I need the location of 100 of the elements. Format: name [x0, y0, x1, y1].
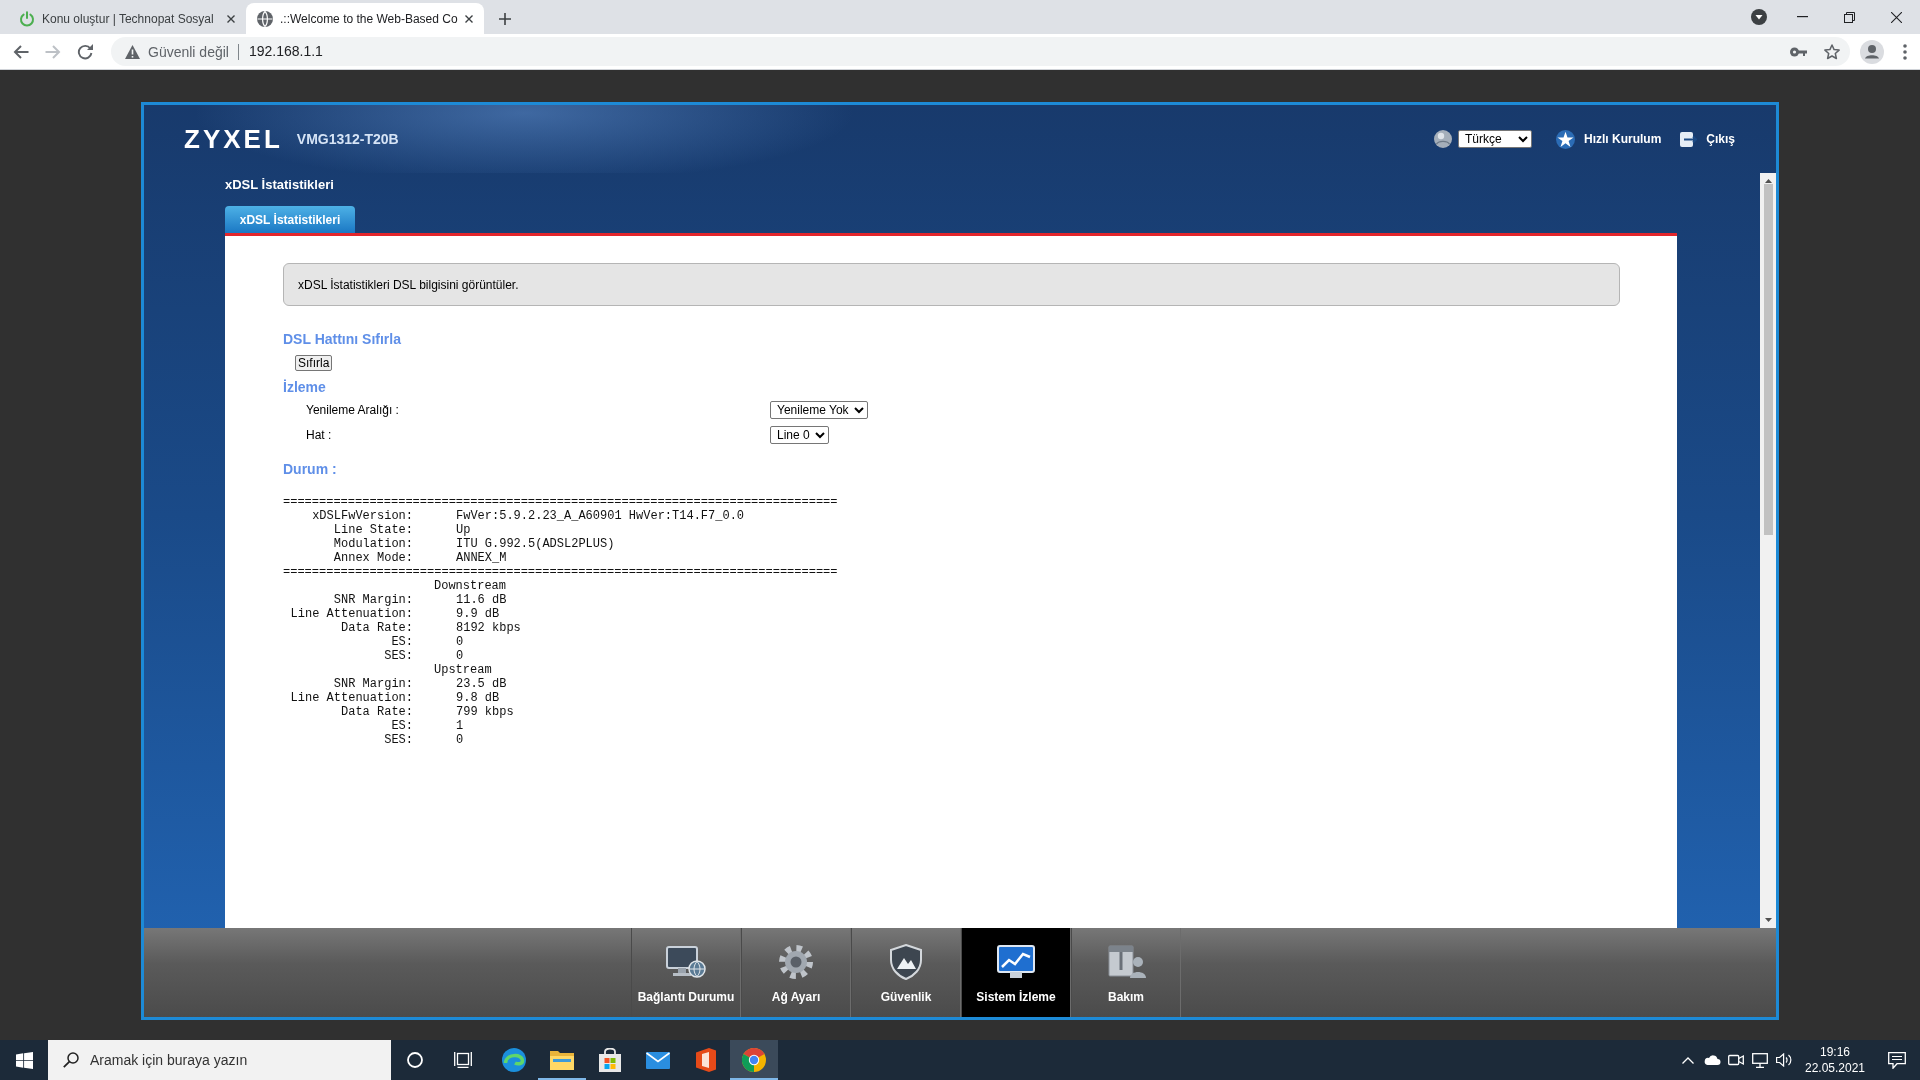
- shopping-bag-icon: [599, 1048, 621, 1072]
- quick-setup-link[interactable]: Hızlı Kurulum: [1555, 129, 1662, 149]
- new-tab-icon[interactable]: [499, 12, 511, 25]
- address-bar[interactable]: Güvenli değil 192.168.1.1: [111, 37, 1850, 66]
- avatar-icon: [1433, 130, 1452, 148]
- stat-value: 1: [456, 719, 464, 733]
- profile-icon[interactable]: [1860, 39, 1884, 64]
- menu-icon[interactable]: [1903, 43, 1907, 60]
- shield-icon[interactable]: [889, 944, 923, 980]
- brand-logo: ZYXEL: [184, 124, 283, 154]
- nav-item[interactable]: Güvenlik: [851, 928, 961, 1017]
- stat-value: 0: [456, 649, 464, 663]
- logout-icon: [1680, 130, 1698, 148]
- stat-label: ES:: [391, 635, 413, 649]
- round-logo-icon: [742, 1048, 766, 1072]
- minimize-icon[interactable]: [1797, 16, 1808, 18]
- warning-icon: [125, 44, 140, 59]
- stat-value: 0: [456, 733, 464, 747]
- close-icon[interactable]: [465, 14, 473, 23]
- stat-value: 9.9 dB: [456, 607, 500, 621]
- start-icon[interactable]: [15, 1051, 33, 1069]
- stat-label: Data Rate:: [341, 705, 413, 719]
- cloud-icon[interactable]: [1703, 1055, 1721, 1065]
- camera-icon[interactable]: [1728, 1054, 1744, 1066]
- back-arrow-icon[interactable]: [13, 43, 29, 60]
- dropdown-icon[interactable]: [1751, 9, 1767, 25]
- stream-heading: Downstream: [434, 579, 506, 593]
- nav-item[interactable]: Sistem İzleme: [961, 928, 1071, 1017]
- nav-item[interactable]: Bağlantı Durumu: [631, 928, 741, 1017]
- stat-label: xDSLFwVersion:: [312, 509, 413, 523]
- section-heading: DSL Hattını Sıfırla: [283, 331, 401, 347]
- stat-value: 799 kbps: [456, 705, 514, 719]
- network-icon[interactable]: [1752, 1052, 1768, 1068]
- logout-link[interactable]: Çıkış: [1680, 130, 1735, 148]
- field-label: Hat :: [306, 428, 332, 442]
- separator-line: =============================================================================: [283, 495, 838, 509]
- chevron-up-icon[interactable]: [1682, 1056, 1694, 1064]
- stat-value: ITU G.992.5(ADSL2PLUS): [456, 537, 615, 551]
- reload-icon[interactable]: [77, 43, 93, 60]
- swirl-icon: [502, 1048, 526, 1072]
- language-select[interactable]: Türkçe: [1457, 130, 1532, 148]
- stat-value: 0: [456, 635, 464, 649]
- stat-value: 9.8 dB: [456, 691, 500, 705]
- globe-icon: [257, 10, 273, 27]
- search-icon: [63, 1052, 79, 1068]
- task-view-icon[interactable]: [454, 1052, 472, 1068]
- key-icon[interactable]: [1790, 46, 1807, 57]
- stat-label: Modulation:: [333, 537, 413, 551]
- stat-value: Up: [456, 523, 471, 537]
- scroll-down-icon[interactable]: [1764, 918, 1772, 922]
- stat-label: Data Rate:: [341, 621, 413, 635]
- stat-value: 11.6 dB: [456, 593, 507, 607]
- folder-icon: [550, 1050, 574, 1070]
- stat-label: SES:: [384, 733, 413, 747]
- speaker-icon[interactable]: [1776, 1053, 1792, 1067]
- scrollbar[interactable]: [1760, 173, 1776, 928]
- clock-time: 19:16: [1820, 1044, 1850, 1060]
- scrollbar-thumb[interactable]: [1763, 184, 1773, 535]
- nav-item[interactable]: Bakım: [1071, 928, 1181, 1017]
- url-text: 192.168.1.1: [248, 42, 323, 61]
- separator-line: =============================================================================: [283, 565, 838, 579]
- description-text: xDSL İstatistikleri DSL bilgisini görüntüler.: [298, 276, 519, 294]
- cabinet-person-icon[interactable]: [1106, 945, 1146, 979]
- dropdown-select[interactable]: Line 0: [770, 426, 829, 444]
- circle-icon[interactable]: [407, 1052, 423, 1068]
- star-badge-icon: [1555, 129, 1575, 149]
- reset-button[interactable]: Sıfırla: [295, 355, 333, 371]
- search-field[interactable]: Aramak için buraya yazın: [48, 1040, 391, 1080]
- nav-item[interactable]: Ağ Ayarı: [741, 928, 851, 1017]
- star-icon[interactable]: [1824, 43, 1840, 60]
- model-name: VMG1312-T20B: [296, 129, 399, 149]
- envelope-icon: [646, 1051, 670, 1069]
- monitor-globe-icon[interactable]: [666, 945, 706, 979]
- close-icon[interactable]: [227, 14, 235, 23]
- stat-value: 8192 kbps: [456, 621, 521, 635]
- stat-label: Line State:: [333, 523, 413, 537]
- browser-tab[interactable]: Konu oluştur | Technopat Sosyal: [8, 3, 246, 34]
- dropdown-select[interactable]: Yenileme Yok: [770, 401, 868, 419]
- field-label: Yenileme Aralığı :: [306, 403, 399, 417]
- stat-label: ES:: [391, 719, 413, 733]
- notification-icon[interactable]: [1888, 1051, 1906, 1069]
- stat-label: SES:: [384, 649, 413, 663]
- stream-heading: Upstream: [434, 663, 492, 677]
- stat-label: SNR Margin:: [333, 677, 413, 691]
- stat-value: FwVer:5.9.2.23_A_A60901 HwVer:T14.F7_0.0: [456, 509, 745, 523]
- gear-icon[interactable]: [779, 945, 813, 979]
- stat-value: 23.5 dB: [456, 677, 507, 691]
- browser-tab[interactable]: .::Welcome to the Web-Based Co: [246, 3, 484, 34]
- stat-value: ANNEX_M: [456, 551, 507, 565]
- stat-label: Line Attenuation:: [290, 607, 413, 621]
- restore-icon[interactable]: [1844, 11, 1855, 23]
- chart-screen-icon[interactable]: [997, 945, 1035, 979]
- section-heading: Durum :: [283, 461, 337, 477]
- security-status[interactable]: Güvenli değil: [148, 43, 239, 60]
- clock-date: 22.05.2021: [1804, 1060, 1866, 1076]
- close-icon[interactable]: [1891, 11, 1902, 23]
- page-title: xDSL İstatistikleri: [225, 177, 334, 192]
- power-icon: [19, 10, 35, 27]
- taskbar-app[interactable]: [730, 1040, 778, 1080]
- stat-label: Line Attenuation:: [290, 691, 413, 705]
